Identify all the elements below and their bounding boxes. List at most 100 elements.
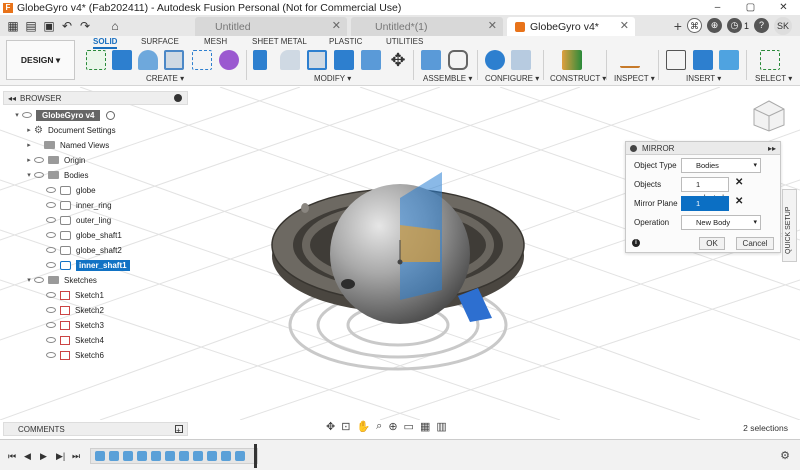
visibility-icon[interactable] (46, 262, 56, 268)
tree-item-body[interactable]: globe (46, 183, 96, 197)
extensions-icon[interactable]: ⌘ (686, 18, 702, 33)
pan-icon[interactable]: ✋ (356, 420, 370, 433)
tree-item-body[interactable]: globe_shaft2 (46, 243, 122, 257)
timeline-feature-icon[interactable] (179, 451, 189, 461)
new-tab-icon[interactable]: + (674, 18, 682, 34)
select-icon[interactable] (760, 50, 780, 70)
timeline-feature-icon[interactable] (95, 451, 105, 461)
tab-surface[interactable]: SURFACE (141, 37, 179, 46)
visibility-icon[interactable] (46, 322, 56, 328)
configure-table-icon[interactable] (511, 50, 531, 70)
timeline-feature-icon[interactable] (165, 451, 175, 461)
view-cube-icon[interactable] (752, 99, 786, 133)
timeline-marker[interactable] (254, 444, 257, 468)
press-pull-icon[interactable] (253, 50, 267, 70)
collapse-arrows-icon[interactable]: ◂◂ (8, 94, 16, 103)
timeline-feature-icon[interactable] (109, 451, 119, 461)
tab-globegyro[interactable]: GlobeGyro v4* ✕ (507, 17, 635, 36)
expand-dialog-icon[interactable]: ▸▸ (768, 142, 776, 155)
save-icon[interactable]: ▣ (40, 19, 58, 33)
tree-item-sketches[interactable]: ▾ Sketches (24, 273, 97, 287)
ok-button[interactable]: OK (699, 237, 725, 250)
operation-dropdown[interactable]: New Body ▾ (681, 215, 761, 230)
offset-plane-icon[interactable] (562, 50, 582, 70)
maximize-icon[interactable]: ▢ (734, 0, 767, 15)
object-type-dropdown[interactable]: Bodies ▾ (681, 158, 761, 173)
construct-menu[interactable]: CONSTRUCT ▾ (550, 74, 606, 83)
insert-derive-icon[interactable] (666, 50, 686, 70)
timeline-feature-icon[interactable] (137, 451, 147, 461)
step-forward-icon[interactable]: ▶| (56, 451, 65, 462)
grid-settings-icon[interactable]: ▦ (420, 420, 430, 433)
visibility-icon[interactable] (46, 352, 56, 358)
timeline-feature-icon[interactable] (123, 451, 133, 461)
pattern-icon[interactable] (192, 50, 212, 70)
visibility-icon[interactable] (22, 112, 32, 118)
mirror-dialog-header[interactable]: MIRROR ▸▸ (626, 142, 780, 155)
browser-pin-icon[interactable] (174, 94, 182, 102)
timeline-feature-icon[interactable] (151, 451, 161, 461)
fillet-icon[interactable] (280, 50, 300, 70)
timeline-feature-icon[interactable] (235, 451, 245, 461)
visibility-icon[interactable] (46, 232, 56, 238)
go-to-end-icon[interactable]: ⏭ (72, 451, 80, 462)
online-status-icon[interactable]: ⊕ (706, 18, 722, 33)
timeline-track[interactable] (90, 448, 258, 464)
browser-header[interactable]: ◂◂ BROWSER (3, 91, 188, 105)
visibility-icon[interactable] (46, 307, 56, 313)
split-body-icon[interactable] (361, 50, 381, 70)
app-grid-icon[interactable]: ▦ (4, 19, 22, 33)
job-status[interactable]: ◷ 1 (726, 18, 749, 33)
collapse-arrow-icon[interactable]: ▾ (24, 171, 34, 179)
help-icon[interactable]: ? (754, 18, 769, 33)
create-sketch-icon[interactable] (86, 50, 106, 70)
tree-item-body[interactable]: outer_ling (46, 213, 111, 227)
tree-item-body[interactable]: globe_shaft1 (46, 228, 122, 242)
drag-handle-icon[interactable] (630, 145, 637, 152)
fit-icon[interactable]: ⊕ (388, 420, 397, 433)
new-component-icon[interactable] (421, 50, 441, 70)
display-settings-icon[interactable]: ▭ (404, 420, 414, 433)
tree-root[interactable]: ▾ GlobeGyro v4 (12, 108, 116, 122)
info-icon[interactable]: i (632, 239, 640, 247)
tree-item-origin[interactable]: ▸ Origin (24, 153, 85, 167)
visibility-icon[interactable] (34, 172, 44, 178)
redo-icon[interactable]: ↷ (76, 19, 94, 33)
measure-icon[interactable] (620, 54, 640, 68)
move-icon[interactable]: ✥ (388, 50, 408, 70)
close-window-icon[interactable]: ✕ (767, 0, 800, 15)
tree-item-sketch[interactable]: Sketch3 (46, 318, 104, 332)
cancel-button[interactable]: Cancel (736, 237, 774, 250)
go-to-start-icon[interactable]: ⏮ (8, 451, 16, 462)
tab-solid[interactable]: SOLID (93, 37, 118, 49)
avatar[interactable]: SK (774, 16, 792, 35)
comments-panel[interactable]: COMMENTS + (3, 422, 188, 436)
collapse-arrow-icon[interactable]: ▾ (12, 111, 22, 119)
file-menu-icon[interactable]: ▤ (22, 19, 40, 33)
play-icon[interactable]: ▶ (40, 451, 47, 462)
close-tab-icon[interactable]: ✕ (332, 19, 341, 32)
close-tab-icon[interactable]: ✕ (488, 19, 497, 32)
expand-arrow-icon[interactable]: ▸ (24, 156, 34, 164)
tab-utilities[interactable]: UTILITIES (386, 37, 423, 46)
clear-plane-icon[interactable]: ✕ (735, 196, 743, 207)
combine-icon[interactable] (334, 50, 354, 70)
visibility-icon[interactable] (46, 187, 56, 193)
form-icon[interactable] (219, 50, 239, 70)
insert-canvas-icon[interactable] (719, 50, 739, 70)
shell-icon[interactable] (307, 50, 327, 70)
assemble-menu[interactable]: ASSEMBLE ▾ (423, 74, 472, 83)
zoom-icon[interactable]: ⌕ (376, 420, 382, 433)
modify-menu[interactable]: MODIFY ▾ (314, 74, 351, 83)
viewports-icon[interactable]: ▥ (436, 420, 446, 433)
clear-objects-icon[interactable]: ✕ (735, 177, 743, 188)
mirror-plane-selector[interactable]: 1 selected (681, 196, 729, 221)
tree-item-document-settings[interactable]: ▸ ⚙ Document Settings (24, 123, 115, 137)
tab-mesh[interactable]: MESH (204, 37, 227, 46)
activate-radio-icon[interactable] (106, 110, 116, 120)
minimize-icon[interactable]: – (701, 0, 734, 15)
quick-setup-tab[interactable]: QUICK SETUP (782, 189, 797, 262)
tree-item-named-views[interactable]: ▸ Named Views (24, 138, 109, 152)
extrude-icon[interactable] (112, 50, 132, 70)
hole-icon[interactable] (164, 50, 184, 70)
